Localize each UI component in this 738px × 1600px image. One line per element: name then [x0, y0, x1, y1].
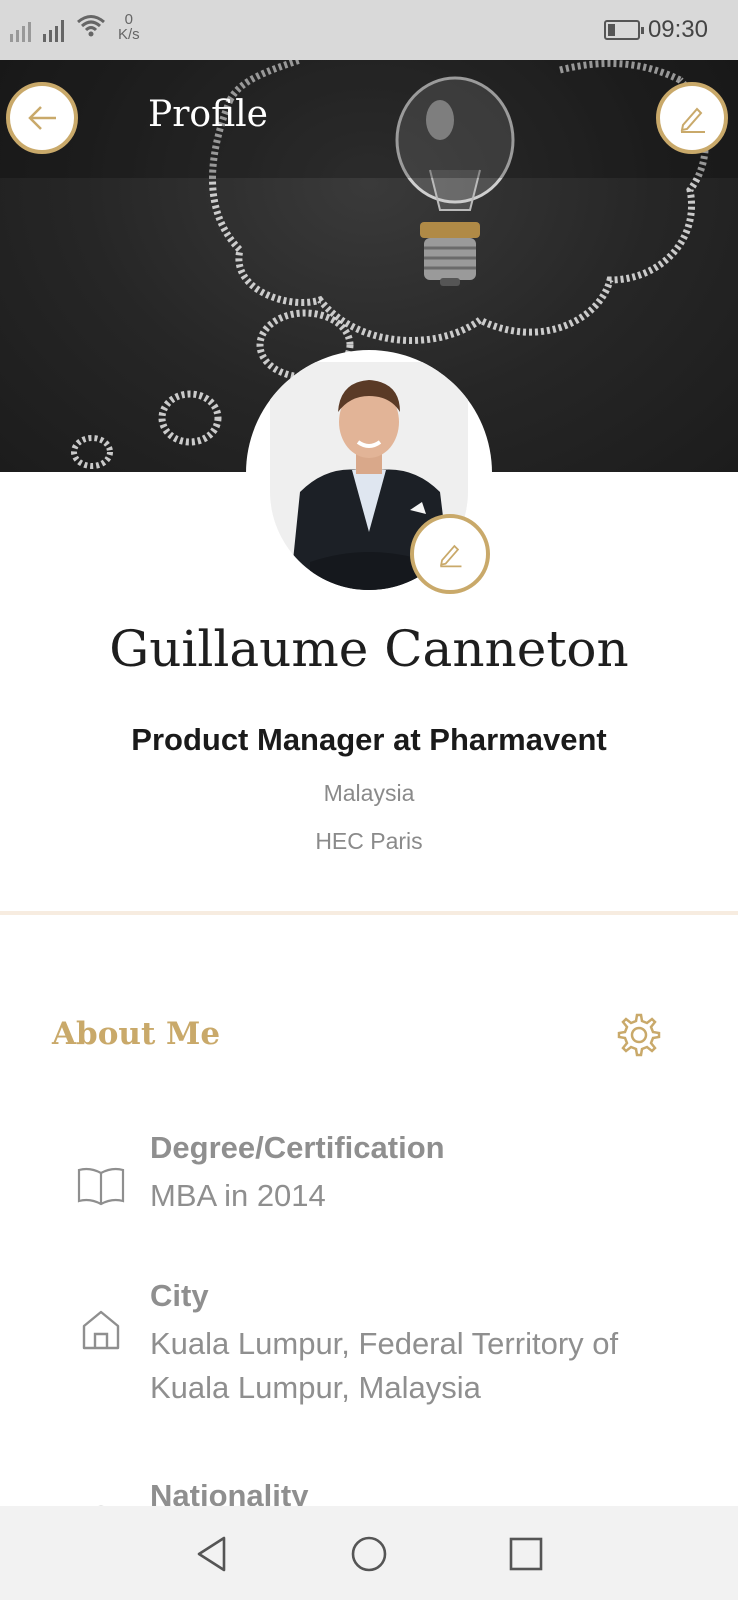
- about-item-nationality: Nationality: [0, 1478, 738, 1506]
- edit-avatar-button[interactable]: [410, 514, 490, 594]
- network-speed-value: 0: [124, 11, 134, 28]
- profile-country: Malaysia: [323, 780, 415, 806]
- pencil-icon: [440, 544, 462, 568]
- clock: 09:30: [647, 16, 708, 43]
- home-icon: [74, 1302, 128, 1356]
- about-settings-button[interactable]: [612, 1010, 662, 1060]
- square-recents-icon: [509, 1537, 543, 1571]
- signal-icon: [10, 16, 31, 42]
- battery-fill: [607, 24, 615, 36]
- status-bar: 0 K/s 09:30: [0, 0, 738, 60]
- network-speed: 0 K/s: [118, 12, 140, 42]
- book-icon: [74, 1160, 128, 1214]
- nav-home-button[interactable]: [341, 1526, 397, 1582]
- nationality-label: Nationality: [150, 1478, 309, 1506]
- edit-profile-button[interactable]: [656, 82, 728, 154]
- about-me-title: About Me: [52, 1016, 221, 1052]
- city-value: Kuala Lumpur, Federal Territory of Kuala…: [150, 1326, 619, 1405]
- system-nav-bar: [0, 1506, 738, 1600]
- triangle-back-icon: [197, 1536, 226, 1572]
- arrow-left-icon: [28, 106, 56, 130]
- status-left: 0 K/s: [10, 12, 140, 42]
- profile-school: HEC Paris: [315, 828, 423, 854]
- signal-icon-2: [43, 16, 64, 42]
- degree-value: MBA in 2014: [150, 1178, 326, 1213]
- profile-role: Product Manager at Pharmavent: [131, 722, 607, 757]
- network-speed-unit: K/s: [118, 26, 140, 43]
- back-button[interactable]: [6, 82, 78, 154]
- pencil-icon: [680, 107, 705, 133]
- city-label: City: [150, 1278, 209, 1313]
- nav-back-button[interactable]: [184, 1526, 240, 1582]
- status-right: 09:30: [603, 16, 708, 44]
- gear-icon: [617, 1013, 661, 1057]
- page-title: Profile: [148, 94, 268, 135]
- battery-icon: [603, 20, 644, 40]
- globe-icon: [74, 1498, 128, 1506]
- circle-home-icon: [351, 1536, 387, 1572]
- section-divider: [0, 911, 738, 915]
- profile-name: Guillaume Canneton: [109, 620, 629, 678]
- nav-recents-button[interactable]: [498, 1526, 554, 1582]
- wifi-icon: [76, 13, 106, 42]
- header-shade: [0, 60, 738, 178]
- degree-label: Degree/Certification: [150, 1130, 445, 1165]
